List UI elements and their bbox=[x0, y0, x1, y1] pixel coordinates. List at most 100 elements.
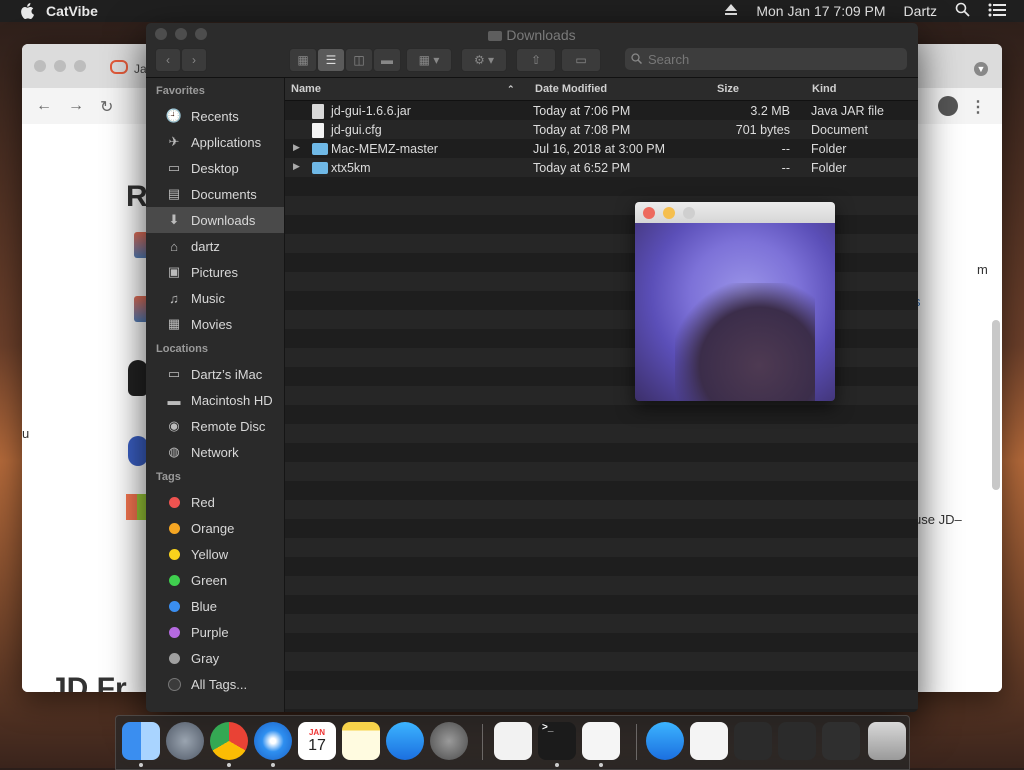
notification-center-icon[interactable] bbox=[988, 3, 1006, 20]
sidebar-item-green[interactable]: Green bbox=[146, 567, 284, 593]
downloads-stack-icon[interactable] bbox=[778, 722, 816, 760]
file-row[interactable]: ▶ Mac-MEMZ-master Jul 16, 2018 at 3:00 PM -… bbox=[285, 139, 918, 158]
browser-tab-label[interactable]: Ja bbox=[134, 62, 147, 76]
sidebar-item-dartz-s-imac[interactable]: ▭ Dartz’s iMac bbox=[146, 361, 284, 387]
sidebar-item-desktop[interactable]: ▭ Desktop bbox=[146, 155, 284, 181]
file-kind: Folder bbox=[811, 161, 847, 175]
share-button[interactable]: ⇧ bbox=[516, 48, 556, 72]
sidebar-item-label: Applications bbox=[191, 134, 262, 150]
column-date-modified[interactable]: Date Modified bbox=[535, 83, 607, 95]
sidebar-item-documents[interactable]: ▤ Documents bbox=[146, 181, 284, 207]
list-view-button[interactable]: ☰ bbox=[317, 48, 345, 72]
close-button[interactable] bbox=[34, 60, 46, 72]
user-menu[interactable]: Dartz bbox=[904, 3, 937, 19]
sidebar-item-orange[interactable]: Orange bbox=[146, 515, 284, 541]
calendar-icon[interactable]: JAN 17 bbox=[298, 722, 336, 760]
browser-menu-icon[interactable]: ⋮ bbox=[970, 97, 986, 117]
sidebar-item-movies[interactable]: ▦ Movies bbox=[146, 311, 284, 337]
file-name: Mac-MEMZ-master bbox=[331, 142, 438, 156]
disclosure-triangle-icon[interactable]: ▶ bbox=[293, 161, 300, 172]
column-kind[interactable]: Kind bbox=[812, 83, 836, 95]
tag-dot-icon bbox=[165, 546, 183, 562]
file-size: 3.2 MB bbox=[750, 104, 790, 118]
back-button[interactable]: ‹ bbox=[155, 48, 181, 72]
sidebar-item-blue[interactable]: Blue bbox=[146, 593, 284, 619]
chrome-icon[interactable] bbox=[210, 722, 248, 760]
file-kind: Folder bbox=[811, 142, 847, 156]
locations-heading: Locations bbox=[156, 343, 208, 355]
spotlight-search-icon[interactable] bbox=[955, 2, 970, 20]
file-row[interactable]: jd-gui-1.6.6.jar Today at 7:06 PM 3.2 MB Ja… bbox=[285, 101, 918, 120]
search-placeholder: Search bbox=[648, 51, 690, 67]
system-preferences-icon[interactable] bbox=[430, 722, 468, 760]
forward-button[interactable]: › bbox=[181, 48, 207, 72]
icon-view-button[interactable]: ▦ bbox=[289, 48, 317, 72]
file-row[interactable]: ▶ xtx5km Today at 6:52 PM -- Folder bbox=[285, 158, 918, 177]
reload-icon[interactable]: ↻ bbox=[100, 97, 113, 117]
launchpad-icon[interactable] bbox=[166, 722, 204, 760]
sidebar-item-gray[interactable]: Gray bbox=[146, 645, 284, 671]
close-button[interactable] bbox=[643, 207, 655, 219]
apple-menu-icon[interactable] bbox=[18, 0, 36, 22]
trash-icon[interactable] bbox=[868, 722, 906, 760]
tags-button[interactable]: ▭ bbox=[561, 48, 601, 72]
apple-logo-icon bbox=[128, 436, 148, 466]
safari-icon[interactable] bbox=[254, 722, 292, 760]
window-stack-icon[interactable] bbox=[822, 722, 860, 760]
group-by-button[interactable]: ▦ ▾ bbox=[406, 48, 452, 72]
zoom-button[interactable] bbox=[683, 207, 695, 219]
file-size: 701 bytes bbox=[735, 123, 790, 137]
textedit-icon[interactable] bbox=[494, 722, 532, 760]
java-icon[interactable] bbox=[582, 722, 620, 760]
minimize-button[interactable] bbox=[54, 60, 66, 72]
document-icon[interactable] bbox=[690, 722, 728, 760]
running-indicator bbox=[139, 763, 143, 767]
sidebar-item-label: Pictures bbox=[191, 264, 238, 280]
sidebar-item-music[interactable]: ♫ Music bbox=[146, 285, 284, 311]
popup-window-controls bbox=[643, 207, 695, 219]
file-row[interactable]: jd-gui.cfg Today at 7:08 PM 701 bytes Docum… bbox=[285, 120, 918, 139]
notes-icon[interactable] bbox=[342, 722, 380, 760]
sidebar-item-purple[interactable]: Purple bbox=[146, 619, 284, 645]
sidebar-item-recents[interactable]: 🕘 Recents bbox=[146, 103, 284, 129]
search-icon bbox=[631, 52, 643, 67]
clock[interactable]: Mon Jan 17 7:09 PM bbox=[756, 3, 885, 19]
app-store-folder-icon[interactable] bbox=[646, 722, 684, 760]
back-arrow-icon[interactable]: ← bbox=[36, 97, 52, 115]
zoom-button[interactable] bbox=[74, 60, 86, 72]
sidebar-item-yellow[interactable]: Yellow bbox=[146, 541, 284, 567]
column-view-button[interactable]: ◫ bbox=[345, 48, 373, 72]
sidebar-item-dartz[interactable]: ⌂ dartz bbox=[146, 233, 284, 259]
sidebar-item-pictures[interactable]: ▣ Pictures bbox=[146, 259, 284, 285]
disclosure-triangle-icon[interactable]: ▶ bbox=[293, 142, 300, 153]
forward-arrow-icon[interactable]: → bbox=[68, 97, 84, 115]
sort-chevron-icon[interactable]: ⌃ bbox=[507, 84, 515, 95]
file-date: Jul 16, 2018 at 3:00 PM bbox=[533, 142, 666, 156]
sidebar-item-macintosh-hd[interactable]: ▬ Macintosh HD bbox=[146, 387, 284, 413]
cat-popup-window[interactable] bbox=[635, 202, 835, 401]
sidebar-item-network[interactable]: ◍ Network bbox=[146, 439, 284, 465]
column-size[interactable]: Size bbox=[717, 83, 739, 95]
app-store-icon[interactable] bbox=[386, 722, 424, 760]
folder-stack-icon[interactable] bbox=[734, 722, 772, 760]
terminal-icon[interactable]: >_ bbox=[538, 722, 576, 760]
app-name-menu[interactable]: CatVibe bbox=[46, 3, 98, 19]
finder-icon[interactable] bbox=[122, 722, 160, 760]
sidebar-item-remote-disc[interactable]: ◉ Remote Disc bbox=[146, 413, 284, 439]
minimize-button[interactable] bbox=[663, 207, 675, 219]
tags-heading: Tags bbox=[156, 471, 181, 483]
action-gear-button[interactable]: ⚙ ▾ bbox=[461, 48, 507, 72]
tab-menu-chevron-icon[interactable]: ▼ bbox=[974, 62, 988, 76]
sidebar-item-red[interactable]: Red bbox=[146, 489, 284, 515]
browser-scrollbar[interactable] bbox=[992, 320, 1000, 490]
eject-icon[interactable] bbox=[724, 3, 738, 19]
sidebar-item-downloads[interactable]: ⬇ Downloads bbox=[146, 207, 284, 233]
sidebar-item-label: dartz bbox=[191, 238, 220, 254]
profile-avatar-icon[interactable] bbox=[938, 96, 958, 116]
sidebar-item-applications[interactable]: ✈ Applications bbox=[146, 129, 284, 155]
search-field[interactable]: Search bbox=[625, 48, 907, 70]
column-name[interactable]: Name bbox=[291, 83, 321, 95]
gallery-view-button[interactable]: ▬ bbox=[373, 48, 401, 72]
sidebar-item-label: Music bbox=[191, 290, 225, 306]
sidebar-item-all-tags[interactable]: All Tags... bbox=[146, 671, 284, 697]
